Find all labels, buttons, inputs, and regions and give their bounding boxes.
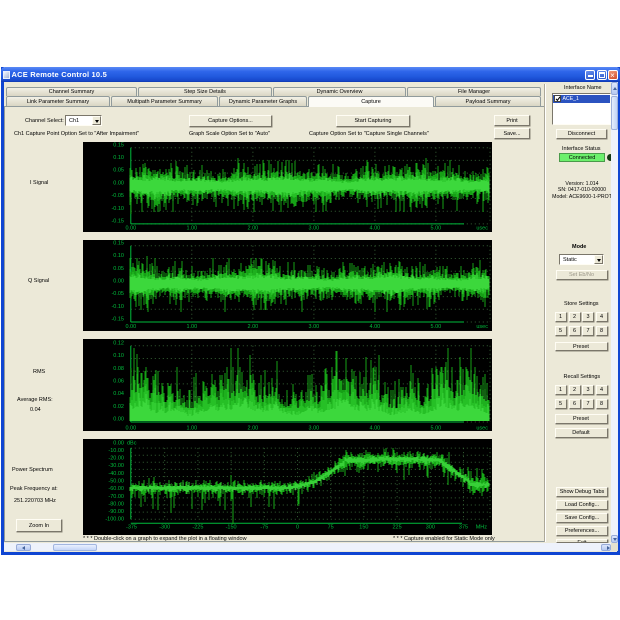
svg-text:0: 0 (296, 525, 299, 531)
svg-text:0.05: 0.05 (113, 266, 124, 272)
svg-text:4.00: 4.00 (370, 226, 381, 232)
svg-text:150: 150 (359, 525, 368, 531)
svg-text:2.00: 2.00 (248, 426, 259, 432)
svg-text:0.00: 0.00 (113, 417, 124, 423)
svg-text:0.05: 0.05 (113, 168, 124, 174)
svg-text:-60.00: -60.00 (108, 486, 124, 492)
svg-text:-30.00: -30.00 (108, 463, 124, 469)
svg-text:1.00: 1.00 (186, 226, 197, 232)
svg-text:-100.00: -100.00 (105, 517, 124, 523)
svg-text:375: 375 (459, 525, 468, 531)
svg-text:-20.00: -20.00 (108, 456, 124, 462)
svg-text:dBc: dBc (127, 440, 137, 446)
svg-text:0.00: 0.00 (125, 226, 136, 232)
svg-text:0.06: 0.06 (113, 379, 124, 385)
svg-text:1.00: 1.00 (186, 324, 197, 330)
svg-text:300: 300 (426, 525, 435, 531)
svg-text:usec: usec (476, 324, 488, 330)
svg-text:-40.00: -40.00 (108, 471, 124, 477)
svg-text:225: 225 (393, 525, 402, 531)
svg-text:0.00: 0.00 (125, 324, 136, 330)
svg-text:usec: usec (476, 226, 488, 232)
svg-text:0.12: 0.12 (113, 340, 124, 346)
svg-text:-150: -150 (226, 525, 237, 531)
svg-text:0.00: 0.00 (125, 426, 136, 432)
svg-text:5.00: 5.00 (431, 226, 442, 232)
svg-text:0.00: 0.00 (113, 440, 124, 446)
svg-text:4.00: 4.00 (370, 426, 381, 432)
svg-text:3.00: 3.00 (309, 426, 320, 432)
svg-text:-70.00: -70.00 (108, 494, 124, 500)
svg-text:-80.00: -80.00 (108, 501, 124, 507)
svg-text:4.00: 4.00 (370, 324, 381, 330)
svg-text:0.10: 0.10 (113, 155, 124, 161)
svg-text:2.00: 2.00 (248, 226, 259, 232)
svg-text:-0.05: -0.05 (111, 291, 124, 297)
svg-text:3.00: 3.00 (309, 324, 320, 330)
svg-text:-300: -300 (159, 525, 170, 531)
svg-text:0.10: 0.10 (113, 353, 124, 359)
svg-text:2.00: 2.00 (248, 324, 259, 330)
svg-text:MHz: MHz (476, 525, 488, 531)
svg-text:3.00: 3.00 (309, 226, 320, 232)
svg-text:-10.00: -10.00 (108, 448, 124, 454)
svg-text:75: 75 (328, 525, 334, 531)
svg-text:-225: -225 (192, 525, 203, 531)
svg-text:-50.00: -50.00 (108, 479, 124, 485)
svg-text:0.04: 0.04 (113, 391, 124, 397)
svg-text:0.08: 0.08 (113, 366, 124, 372)
svg-text:0.10: 0.10 (113, 253, 124, 259)
svg-text:0.02: 0.02 (113, 404, 124, 410)
svg-text:0.00: 0.00 (113, 180, 124, 186)
svg-text:-0.10: -0.10 (111, 206, 124, 212)
svg-text:5.00: 5.00 (431, 426, 442, 432)
svg-text:5.00: 5.00 (431, 324, 442, 330)
svg-text:1.00: 1.00 (186, 426, 197, 432)
svg-text:usec: usec (476, 426, 488, 432)
svg-text:-0.15: -0.15 (111, 317, 124, 323)
svg-text:0.15: 0.15 (113, 240, 124, 246)
svg-text:0.00: 0.00 (113, 279, 124, 285)
svg-text:-0.10: -0.10 (111, 304, 124, 310)
svg-text:-0.05: -0.05 (111, 193, 124, 199)
svg-text:0.15: 0.15 (113, 142, 124, 148)
svg-text:-90.00: -90.00 (108, 509, 124, 515)
svg-text:-75: -75 (260, 525, 268, 531)
svg-text:-0.15: -0.15 (111, 219, 124, 225)
svg-text:-375: -375 (126, 525, 137, 531)
